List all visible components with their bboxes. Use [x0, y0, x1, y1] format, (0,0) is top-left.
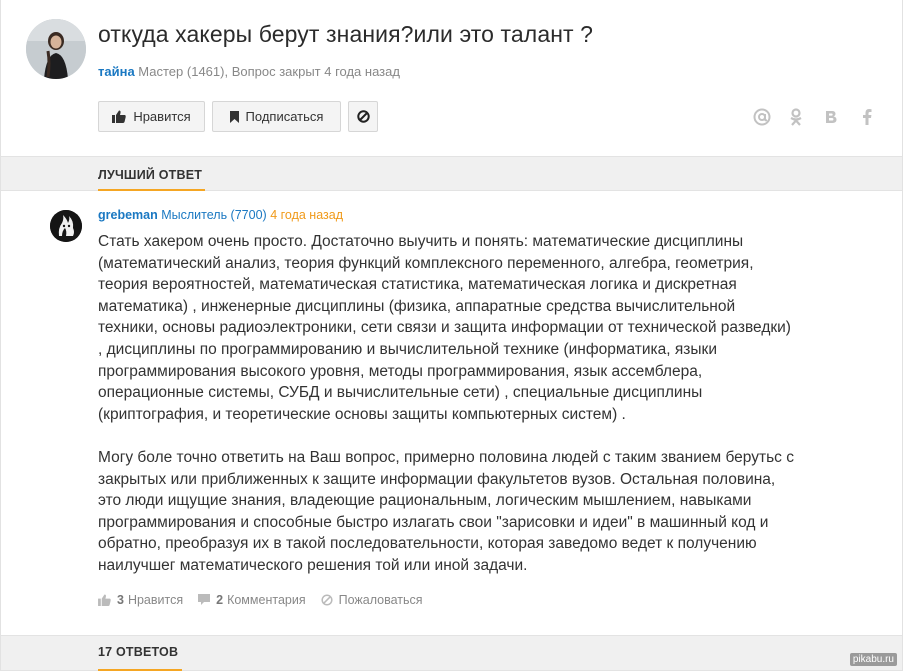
comment-icon [198, 594, 211, 605]
answer-like-label: Нравится [127, 593, 184, 607]
facebook-icon[interactable] [857, 107, 877, 127]
best-answer-bar: ЛУЧШИЙ ОТВЕТ [1, 156, 902, 191]
answer-comments-label: Комментария [227, 593, 306, 607]
thumbs-up-icon [112, 110, 127, 123]
answer-time: 4 года назад [270, 208, 343, 222]
answer-meta: grebeman Мыслитель (7700) 4 года назад [98, 208, 343, 222]
answer-report-button[interactable]: Пожаловаться [321, 593, 423, 607]
subscribe-button[interactable]: Подписаться [212, 101, 341, 132]
answer-paragraph-2: Могу боле точно ответить на Ваш вопрос, … [98, 448, 794, 574]
vkontakte-icon[interactable] [821, 107, 841, 127]
bookmark-icon [229, 110, 239, 123]
odnoklassniki-icon[interactable] [786, 107, 806, 127]
question-meta: тайна Мастер (1461), Вопрос закрыт 4 год… [98, 64, 400, 79]
answer-author-link[interactable]: grebeman [98, 208, 158, 222]
question-author-link[interactable]: тайна [98, 64, 135, 79]
answer-comments-count: 2 [216, 593, 224, 607]
question-title: откуда хакеры берут знания?или это талан… [98, 21, 594, 47]
like-button-label: Нравится [133, 109, 191, 124]
report-icon [321, 594, 333, 606]
answer-text: Стать хакером очень просто. Достаточно в… [98, 231, 798, 598]
at-icon[interactable] [752, 107, 772, 127]
subscribe-button-label: Подписаться [245, 109, 324, 124]
watermark: pikabu.ru [849, 653, 897, 666]
answer-report-label: Пожаловаться [338, 593, 423, 607]
block-button[interactable] [348, 101, 378, 132]
answers-tab[interactable]: 17 ОТВЕТОВ [98, 645, 178, 659]
question-status: Вопрос закрыт 4 года назад [231, 64, 400, 79]
tab-underline [98, 189, 205, 191]
block-icon [356, 110, 370, 123]
answer-like-button[interactable]: 3 Нравится [98, 593, 183, 607]
answer-author-rank[interactable]: Мыслитель (7700) [161, 208, 266, 222]
question-author-rank: Мастер (1461), [138, 64, 229, 79]
answer-author-avatar[interactable] [50, 210, 82, 242]
answer-like-count: 3 [117, 593, 124, 607]
answers-bar: 17 ОТВЕТОВ [1, 635, 902, 671]
best-answer-tab[interactable]: ЛУЧШИЙ ОТВЕТ [98, 168, 202, 182]
answer-comments-button[interactable]: 2 Комментария [198, 593, 306, 607]
like-button[interactable]: Нравится [98, 101, 205, 132]
answer-paragraph-1: Стать хакером очень просто. Достаточно в… [98, 233, 791, 423]
thumbs-up-icon [98, 594, 111, 606]
question-author-avatar[interactable] [26, 19, 86, 79]
answer-actions: 3 Нравится 2 Комментария Пожаловаться [98, 593, 438, 607]
